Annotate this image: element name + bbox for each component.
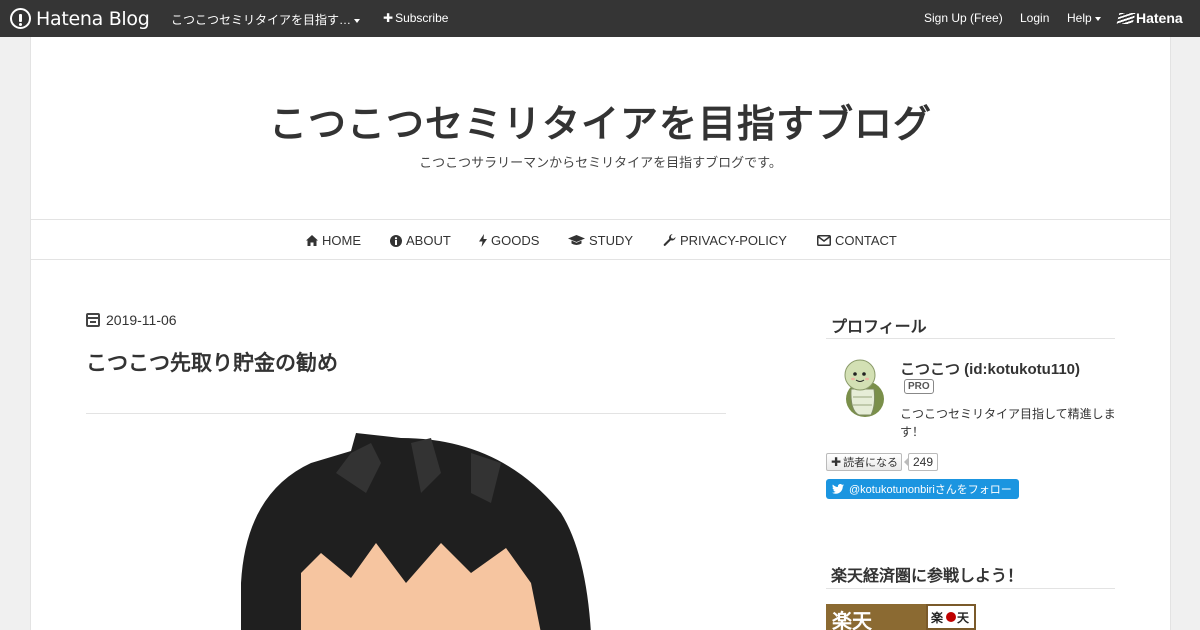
hatena-blog-logo-icon	[10, 8, 31, 29]
sidebar-divider	[826, 588, 1115, 589]
sidebar-heading-profile: プロフィール	[831, 319, 927, 336]
entry-illustration	[241, 433, 591, 630]
svg-text:天: 天	[957, 611, 970, 625]
twitter-follow-label: @kotukotunonbiriさんをフォロー	[849, 484, 1012, 496]
login-link[interactable]: Login	[1020, 11, 1049, 25]
sidebar-heading-rakuten: 楽天経済圏に参戦しよう！	[831, 568, 1024, 585]
nav-item-privacy-policy[interactable]: PRIVACY-POLICY	[663, 233, 787, 248]
hatena-topbar: Hatena Blog こつこつセミリタイアを目指す… ✚ Subscribe S…	[0, 0, 1200, 37]
plus-icon: ✚	[831, 455, 842, 469]
nav-item-label: PRIVACY-POLICY	[680, 233, 787, 248]
home-icon	[306, 235, 318, 246]
page-container: こつこつセミリタイアを目指すブログ こつこつサラリーマンからセミリタイアを目指す…	[30, 37, 1171, 630]
chevron-down-icon	[354, 18, 361, 23]
entry-title[interactable]: こつこつ先取り貯金の勧め	[86, 347, 338, 377]
subscribe-reader-button[interactable]: ✚ 読者になる	[826, 453, 902, 471]
blog-title[interactable]: こつこつセミリタイアを目指すブログ	[31, 93, 1170, 148]
profile-description: こつこつセミリタイア目指して精進します！	[900, 407, 1116, 439]
svg-text:楽: 楽	[931, 610, 944, 625]
subscribe-label: Subscribe	[395, 11, 449, 25]
twitter-follow-button[interactable]: @kotukotunonbiriさんをフォロー	[826, 479, 1019, 499]
nav-item-goods[interactable]: GOODS	[479, 233, 539, 248]
hatena-logo-icon	[1116, 12, 1136, 24]
hatena-blog-logo[interactable]: Hatena Blog	[10, 7, 150, 30]
entry-date[interactable]: 2019-11-06	[86, 312, 177, 328]
global-nav: HOME ABOUT GOODS STUDY PRIVACY-POLICY CO…	[31, 219, 1170, 260]
help-label: Help	[1067, 11, 1092, 25]
hatena-logo-text: Hatena	[1136, 10, 1183, 26]
twitter-bird-icon	[832, 484, 844, 494]
reader-count: 249	[903, 453, 939, 471]
svg-text:楽天: 楽天	[832, 609, 873, 630]
nav-item-study[interactable]: STUDY	[568, 233, 633, 248]
rakuten-banner[interactable]: 楽天 楽 天	[826, 604, 976, 630]
blog-name-dropdown[interactable]: こつこつセミリタイアを目指す…	[171, 11, 361, 28]
entry-date-text: 2019-11-06	[106, 312, 177, 328]
nav-item-label: GOODS	[491, 233, 540, 248]
pro-badge: PRO	[904, 379, 934, 394]
hatena-blog-logo-text: Hatena Blog	[36, 7, 150, 30]
bolt-icon	[479, 234, 487, 247]
nav-item-label: ABOUT	[406, 233, 451, 248]
nav-item-about[interactable]: ABOUT	[390, 233, 451, 248]
profile-avatar[interactable]	[832, 355, 888, 419]
blog-name-label: こつこつセミリタイアを目指す…	[171, 13, 352, 27]
profile-name[interactable]: こつこつ (id:kotukotu110)	[900, 358, 1080, 379]
hatena-logo[interactable]: Hatena	[1116, 10, 1183, 26]
nav-item-contact[interactable]: CONTACT	[817, 233, 897, 248]
nav-item-label: CONTACT	[835, 233, 897, 248]
entry-divider	[86, 413, 726, 414]
nav-item-home[interactable]: HOME	[306, 233, 361, 248]
help-dropdown[interactable]: Help	[1067, 11, 1101, 25]
chevron-down-icon	[1094, 16, 1101, 21]
envelope-icon	[817, 235, 831, 246]
sidebar-divider	[826, 338, 1115, 339]
nav-item-label: HOME	[322, 233, 361, 248]
blog-description: こつこつサラリーマンからセミリタイアを目指すブログです。	[419, 155, 782, 170]
nav-item-label: STUDY	[589, 233, 634, 248]
wrench-icon	[663, 234, 676, 246]
graduation-cap-icon	[568, 235, 585, 245]
subscribe-button[interactable]: ✚ Subscribe	[383, 11, 448, 25]
calendar-icon	[86, 313, 100, 327]
plus-icon: ✚	[383, 11, 394, 25]
info-icon	[390, 234, 402, 247]
signup-link[interactable]: Sign Up (Free)	[924, 11, 1003, 25]
reader-button-label: 読者になる	[843, 457, 899, 469]
